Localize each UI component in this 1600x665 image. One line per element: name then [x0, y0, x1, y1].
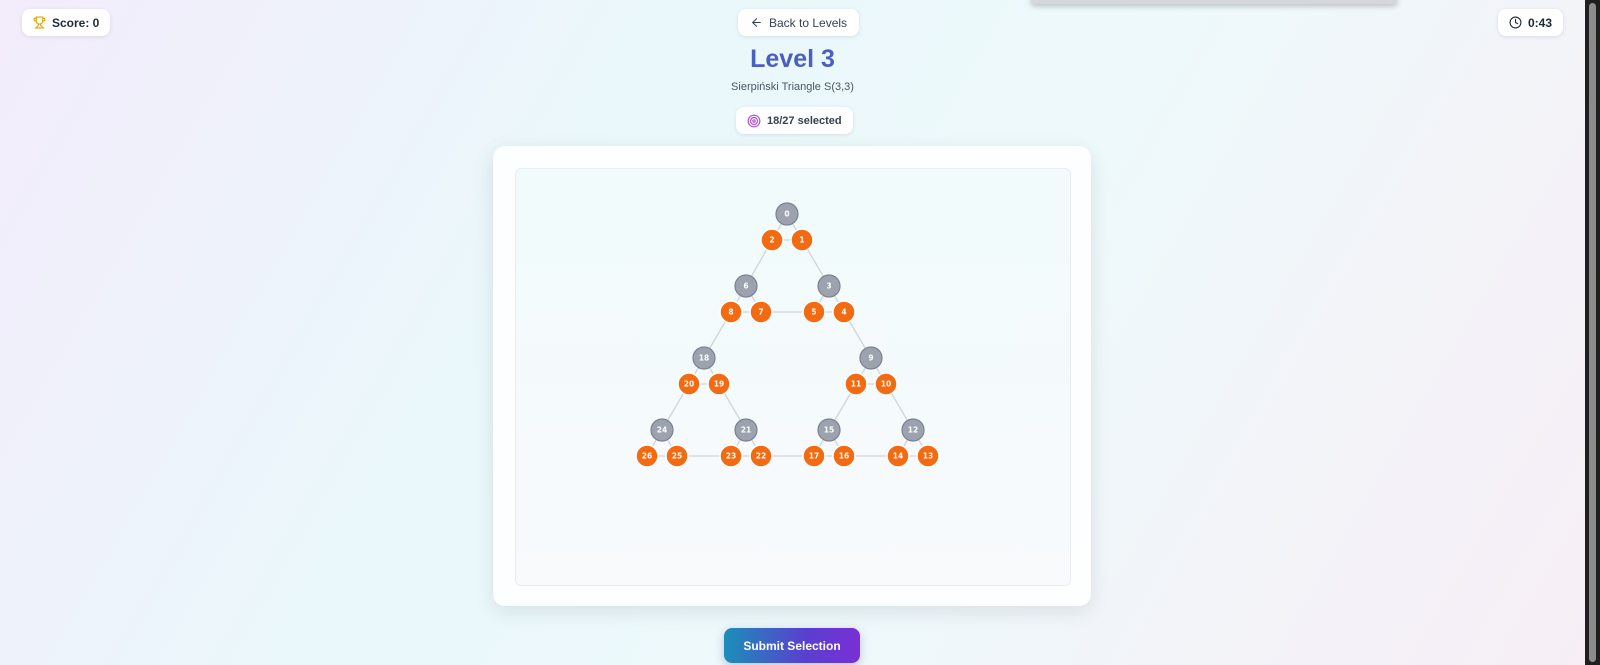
target-icon	[747, 114, 761, 128]
node-label: 6	[743, 282, 748, 291]
back-button-label: Back to Levels	[769, 15, 848, 30]
graph-node-9[interactable]: 9	[859, 346, 883, 370]
selection-count-label: 18/27 selected	[767, 114, 842, 127]
level-title: Level 3	[750, 45, 835, 73]
node-label: 4	[841, 308, 846, 317]
score-label: Score: 0	[52, 15, 100, 30]
node-label: 0	[784, 210, 789, 219]
arrow-left-icon	[750, 16, 763, 29]
graph-node-17[interactable]: 17	[802, 444, 826, 468]
graph-node-25[interactable]: 25	[665, 444, 689, 468]
graph-nodes: 0123456789101112131415161718192021222324…	[635, 202, 940, 468]
node-label: 23	[726, 452, 736, 461]
node-label: 15	[824, 426, 834, 435]
node-label: 5	[811, 308, 816, 317]
selection-count-badge: 18/27 selected	[736, 107, 853, 134]
node-label: 25	[672, 452, 682, 461]
graph-node-7[interactable]: 7	[749, 300, 773, 324]
node-label: 7	[758, 308, 763, 317]
graph-node-4[interactable]: 4	[832, 300, 856, 324]
node-label: 19	[714, 380, 724, 389]
graph-edges	[646, 213, 929, 457]
node-label: 13	[923, 452, 933, 461]
node-label: 24	[657, 426, 667, 435]
level-subtitle: Sierpiński Triangle S(3,3)	[731, 81, 854, 93]
graph-node-8[interactable]: 8	[719, 300, 743, 324]
graph-node-16[interactable]: 16	[832, 444, 856, 468]
node-label: 17	[809, 452, 819, 461]
graph-node-6[interactable]: 6	[734, 274, 758, 298]
graph-node-21[interactable]: 21	[734, 418, 758, 442]
graph-node-26[interactable]: 26	[635, 444, 659, 468]
graph-node-22[interactable]: 22	[749, 444, 773, 468]
sierpinski-graph: 0123456789101112131415161718192021222324…	[635, 202, 940, 468]
node-label: 1	[799, 236, 804, 245]
graph-node-23[interactable]: 23	[719, 444, 743, 468]
graph-node-10[interactable]: 10	[874, 372, 898, 396]
overlay-popup-edge	[1030, 0, 1398, 4]
node-label: 2	[769, 236, 774, 245]
game-board-card: 0 1 2 3 4 5 6 7 8 9 10 11 12 13 14 15 16 17 18 19 20 21 22 23 24…	[493, 146, 1091, 606]
back-to-levels-button[interactable]: Back to Levels	[738, 9, 860, 36]
scrollbar-thumb[interactable]	[1589, 3, 1596, 662]
graph-node-20[interactable]: 20	[677, 372, 701, 396]
score-badge: Score: 0	[22, 9, 111, 36]
node-label: 11	[851, 380, 861, 389]
submit-selection-button[interactable]: Submit Selection	[724, 628, 860, 663]
graph-node-12[interactable]: 12	[901, 418, 925, 442]
node-label: 14	[893, 452, 903, 461]
node-label: 20	[684, 380, 694, 389]
timer-value: 0:43	[1528, 15, 1553, 30]
graph-node-5[interactable]: 5	[802, 300, 826, 324]
graph-node-18[interactable]: 18	[692, 346, 716, 370]
graph-node-3[interactable]: 3	[817, 274, 841, 298]
node-label: 16	[839, 452, 849, 461]
node-label: 9	[868, 354, 873, 363]
graph-node-2[interactable]: 2	[760, 228, 784, 252]
trophy-icon	[33, 16, 46, 29]
graph-node-11[interactable]: 11	[844, 372, 868, 396]
node-label: 18	[699, 354, 709, 363]
graph-node-14[interactable]: 14	[886, 444, 910, 468]
graph-node-24[interactable]: 24	[650, 418, 674, 442]
node-label: 3	[826, 282, 831, 291]
timer-badge: 0:43	[1498, 9, 1564, 36]
graph-node-19[interactable]: 19	[707, 372, 731, 396]
graph-node-0[interactable]: 0	[775, 202, 799, 226]
graph-node-13[interactable]: 13	[916, 444, 940, 468]
clock-icon	[1509, 16, 1522, 29]
node-label: 10	[881, 380, 891, 389]
game-board: 0 1 2 3 4 5 6 7 8 9 10 11 12 13 14 15 16 17 18 19 20 21 22 23 24…	[515, 168, 1071, 586]
graph-node-1[interactable]: 1	[790, 228, 814, 252]
node-label: 21	[741, 426, 751, 435]
node-label: 12	[908, 426, 918, 435]
node-label: 26	[642, 452, 652, 461]
graph-node-15[interactable]: 15	[817, 418, 841, 442]
node-label: 22	[756, 452, 766, 461]
node-label: 8	[728, 308, 733, 317]
